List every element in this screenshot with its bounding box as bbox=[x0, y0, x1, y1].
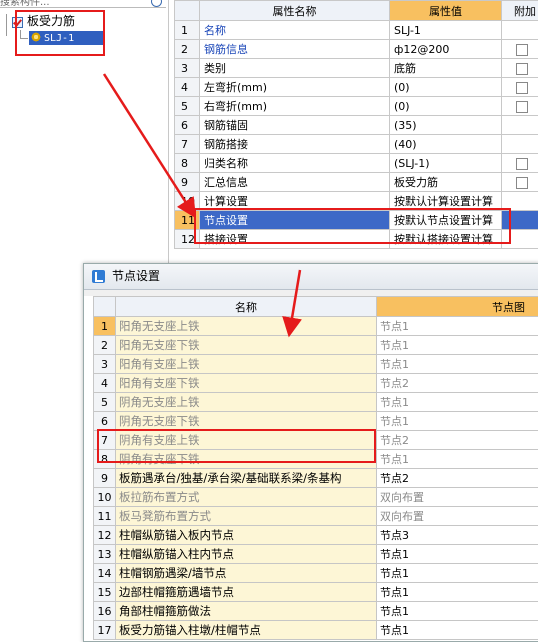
arrow-to-node-setting bbox=[104, 74, 192, 212]
annotation-arrows bbox=[0, 0, 538, 640]
arrow-to-node-grid bbox=[290, 270, 300, 330]
